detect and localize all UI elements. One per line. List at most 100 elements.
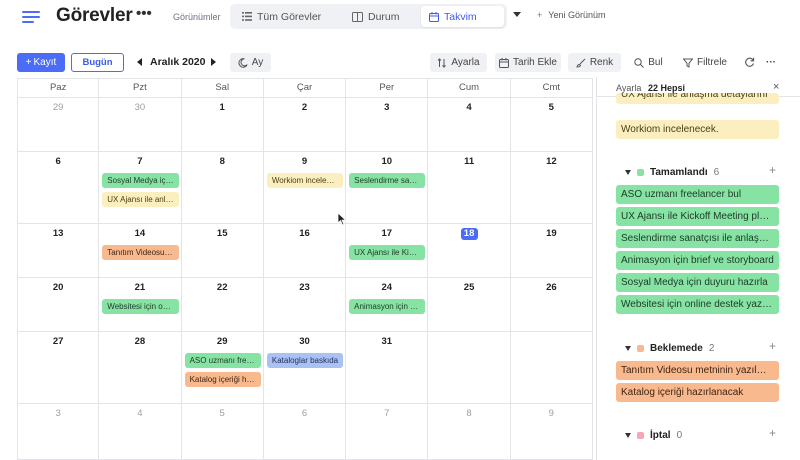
calendar-event[interactable]: Websitesi için online destek yazılımı (102, 299, 179, 314)
calendar-event[interactable]: Animasyon için brief ve storyboard (349, 299, 426, 314)
month-label: Aralık 2020 (150, 56, 206, 68)
color-button[interactable]: Renk (568, 53, 621, 72)
chevron-left-icon[interactable] (137, 58, 142, 66)
panel-task[interactable]: Tanıtım Videosu metninin yazılması (616, 361, 779, 380)
tab-status[interactable]: Durum (344, 6, 414, 27)
list-icon (242, 12, 252, 21)
chevron-down-icon[interactable] (625, 169, 631, 175)
day-cell[interactable]: 12 (511, 152, 594, 223)
day-cell[interactable]: 17 UX Ajansı ile Kickoff Meeting (346, 224, 429, 277)
menu-icon[interactable] (22, 9, 40, 25)
day-cell[interactable]: 31 (346, 332, 429, 403)
ayarla-button[interactable]: Ayarla (430, 53, 487, 72)
calendar-event[interactable]: UX Ajansı ile anlaşma detaylarını (102, 192, 179, 207)
day-number: 9 (548, 408, 554, 419)
view-mode-button[interactable]: Ay (230, 53, 271, 72)
calendar-event[interactable]: Kataloglar baskıda (266, 353, 344, 368)
calendar-icon (429, 11, 439, 22)
day-cell[interactable]: 5 (182, 404, 264, 459)
today-button[interactable]: Bugün (71, 53, 124, 72)
panel-task[interactable]: UX Ajansı ile Kickoff Meeting planla (616, 207, 779, 226)
search-button[interactable]: Bul (631, 53, 666, 72)
day-cell[interactable]: 3 (346, 98, 429, 151)
day-cell[interactable]: 18 (428, 224, 511, 277)
day-cell[interactable]: 6 (264, 404, 347, 459)
day-cell[interactable]: 24 Animasyon için brief ve storyboard (346, 278, 429, 331)
panel-task[interactable]: UX Ajansı ile anlaşma detaylarını (616, 93, 779, 104)
panel-task[interactable]: Animasyon için brief ve storyboard (616, 251, 779, 270)
day-cell[interactable]: 7 (346, 404, 429, 459)
mouse-pointer-icon (337, 212, 347, 226)
tab-calendar[interactable]: Takvim (421, 6, 504, 27)
title-more-button[interactable]: ••• (136, 5, 152, 22)
panel-task[interactable]: ASO uzmanı freelancer bul (616, 185, 779, 204)
day-cell[interactable]: 15 (182, 224, 264, 277)
day-cell[interactable]: 6 (17, 152, 100, 223)
day-cell[interactable]: 4 (428, 98, 511, 151)
filter-button[interactable]: Filtrele (680, 53, 730, 72)
day-cell[interactable]: 9 Workiom incelenecek. (264, 152, 347, 223)
day-cell[interactable]: 2 (264, 98, 347, 151)
panel-task[interactable]: Seslendirme sanatçısı ile anlaşma. (616, 229, 779, 248)
day-cell[interactable]: 26 (511, 278, 593, 331)
day-number: 3 (55, 408, 61, 419)
add-record-button[interactable]: + Kayıt (17, 53, 65, 72)
day-cell[interactable]: 29 (17, 98, 100, 151)
day-cell[interactable] (428, 332, 511, 403)
calendar-event[interactable]: ASO uzmanı freelancer bul (184, 353, 261, 368)
day-cell[interactable]: 25 (428, 278, 511, 331)
calendar-event[interactable]: Seslendirme sanatçısı ile anlaşma. (349, 173, 426, 188)
calendar-event[interactable]: Tanıtım Videosu metninin yazılması (102, 245, 179, 260)
tab-all-tasks[interactable]: Tüm Görevler (234, 6, 334, 27)
day-cell[interactable]: 30 Kataloglar baskıda (264, 332, 347, 403)
panel-task[interactable]: Workiom incelenecek. (616, 120, 779, 139)
day-cell[interactable]: 16 (264, 224, 347, 277)
day-cell[interactable]: 21 Websitesi için online destek yazılımı (99, 278, 182, 331)
day-cell[interactable]: 13 (17, 224, 100, 277)
day-cell[interactable]: 9 (511, 404, 593, 459)
day-cell[interactable]: 14 Tanıtım Videosu metninin yazılması (99, 224, 182, 277)
calendar-event[interactable]: Sosyal Medya için duyuru hazırla (102, 173, 179, 188)
chevron-down-icon[interactable] (625, 432, 631, 438)
chevron-right-icon[interactable] (211, 58, 216, 66)
day-cell[interactable]: 23 (264, 278, 347, 331)
day-cell[interactable] (511, 332, 593, 403)
day-cell[interactable]: 8 (182, 152, 264, 223)
weekday-label: Cmt (511, 79, 593, 97)
day-cell[interactable]: 4 (99, 404, 182, 459)
calendar-event[interactable]: Workiom incelenecek. (266, 173, 344, 188)
refresh-button[interactable] (741, 53, 757, 72)
day-cell[interactable]: 11 (428, 152, 511, 223)
calendar-event[interactable]: UX Ajansı ile Kickoff Meeting (349, 245, 426, 260)
panel-task[interactable]: Websitesi için online destek yazılımı (616, 295, 779, 314)
add-icon[interactable]: + (769, 339, 776, 353)
day-cell[interactable]: 22 (182, 278, 264, 331)
day-cell[interactable]: 27 (17, 332, 100, 403)
day-cell[interactable]: 29 ASO uzmanı freelancer bul Katalog içeri… (182, 332, 264, 403)
chevron-down-icon[interactable] (625, 345, 631, 351)
panel-task[interactable]: Katalog içeriği hazırlanacak (616, 383, 779, 402)
more-button[interactable]: ··· (763, 53, 779, 72)
group-header[interactable]: İptal 0 (625, 428, 682, 442)
week-row: 3 4 5 6 7 8 9 (17, 404, 593, 460)
add-icon[interactable]: + (769, 426, 776, 440)
day-cell[interactable]: 8 (428, 404, 511, 459)
add-date-button[interactable]: Tarih Ekle (495, 53, 561, 72)
day-cell[interactable]: 5 (511, 98, 593, 151)
calendar-event[interactable]: Katalog içeriği hazırlanacak (184, 372, 261, 387)
day-cell[interactable]: 1 (182, 98, 264, 151)
new-view-button[interactable]: + Yeni Görünüm (537, 10, 605, 20)
group-header[interactable]: Tamamlandı 6 (625, 165, 719, 179)
add-icon[interactable]: + (769, 163, 776, 177)
day-cell[interactable]: 3 (17, 404, 100, 459)
day-cell[interactable]: 10 Seslendirme sanatçısı ile anlaşma. (346, 152, 429, 223)
close-icon[interactable]: × (773, 81, 779, 93)
day-cell[interactable]: 19 (511, 224, 593, 277)
panel-task[interactable]: Sosyal Medya için duyuru hazırla (616, 273, 779, 292)
day-cell[interactable]: 7 Sosyal Medya için duyuru hazırla UX Ajan… (99, 152, 182, 223)
day-cell[interactable]: 20 (17, 278, 100, 331)
chevron-down-icon[interactable] (513, 12, 521, 17)
group-header[interactable]: Beklemede 2 (625, 341, 714, 355)
day-cell[interactable]: 28 (99, 332, 182, 403)
day-cell[interactable]: 30 (99, 98, 182, 151)
